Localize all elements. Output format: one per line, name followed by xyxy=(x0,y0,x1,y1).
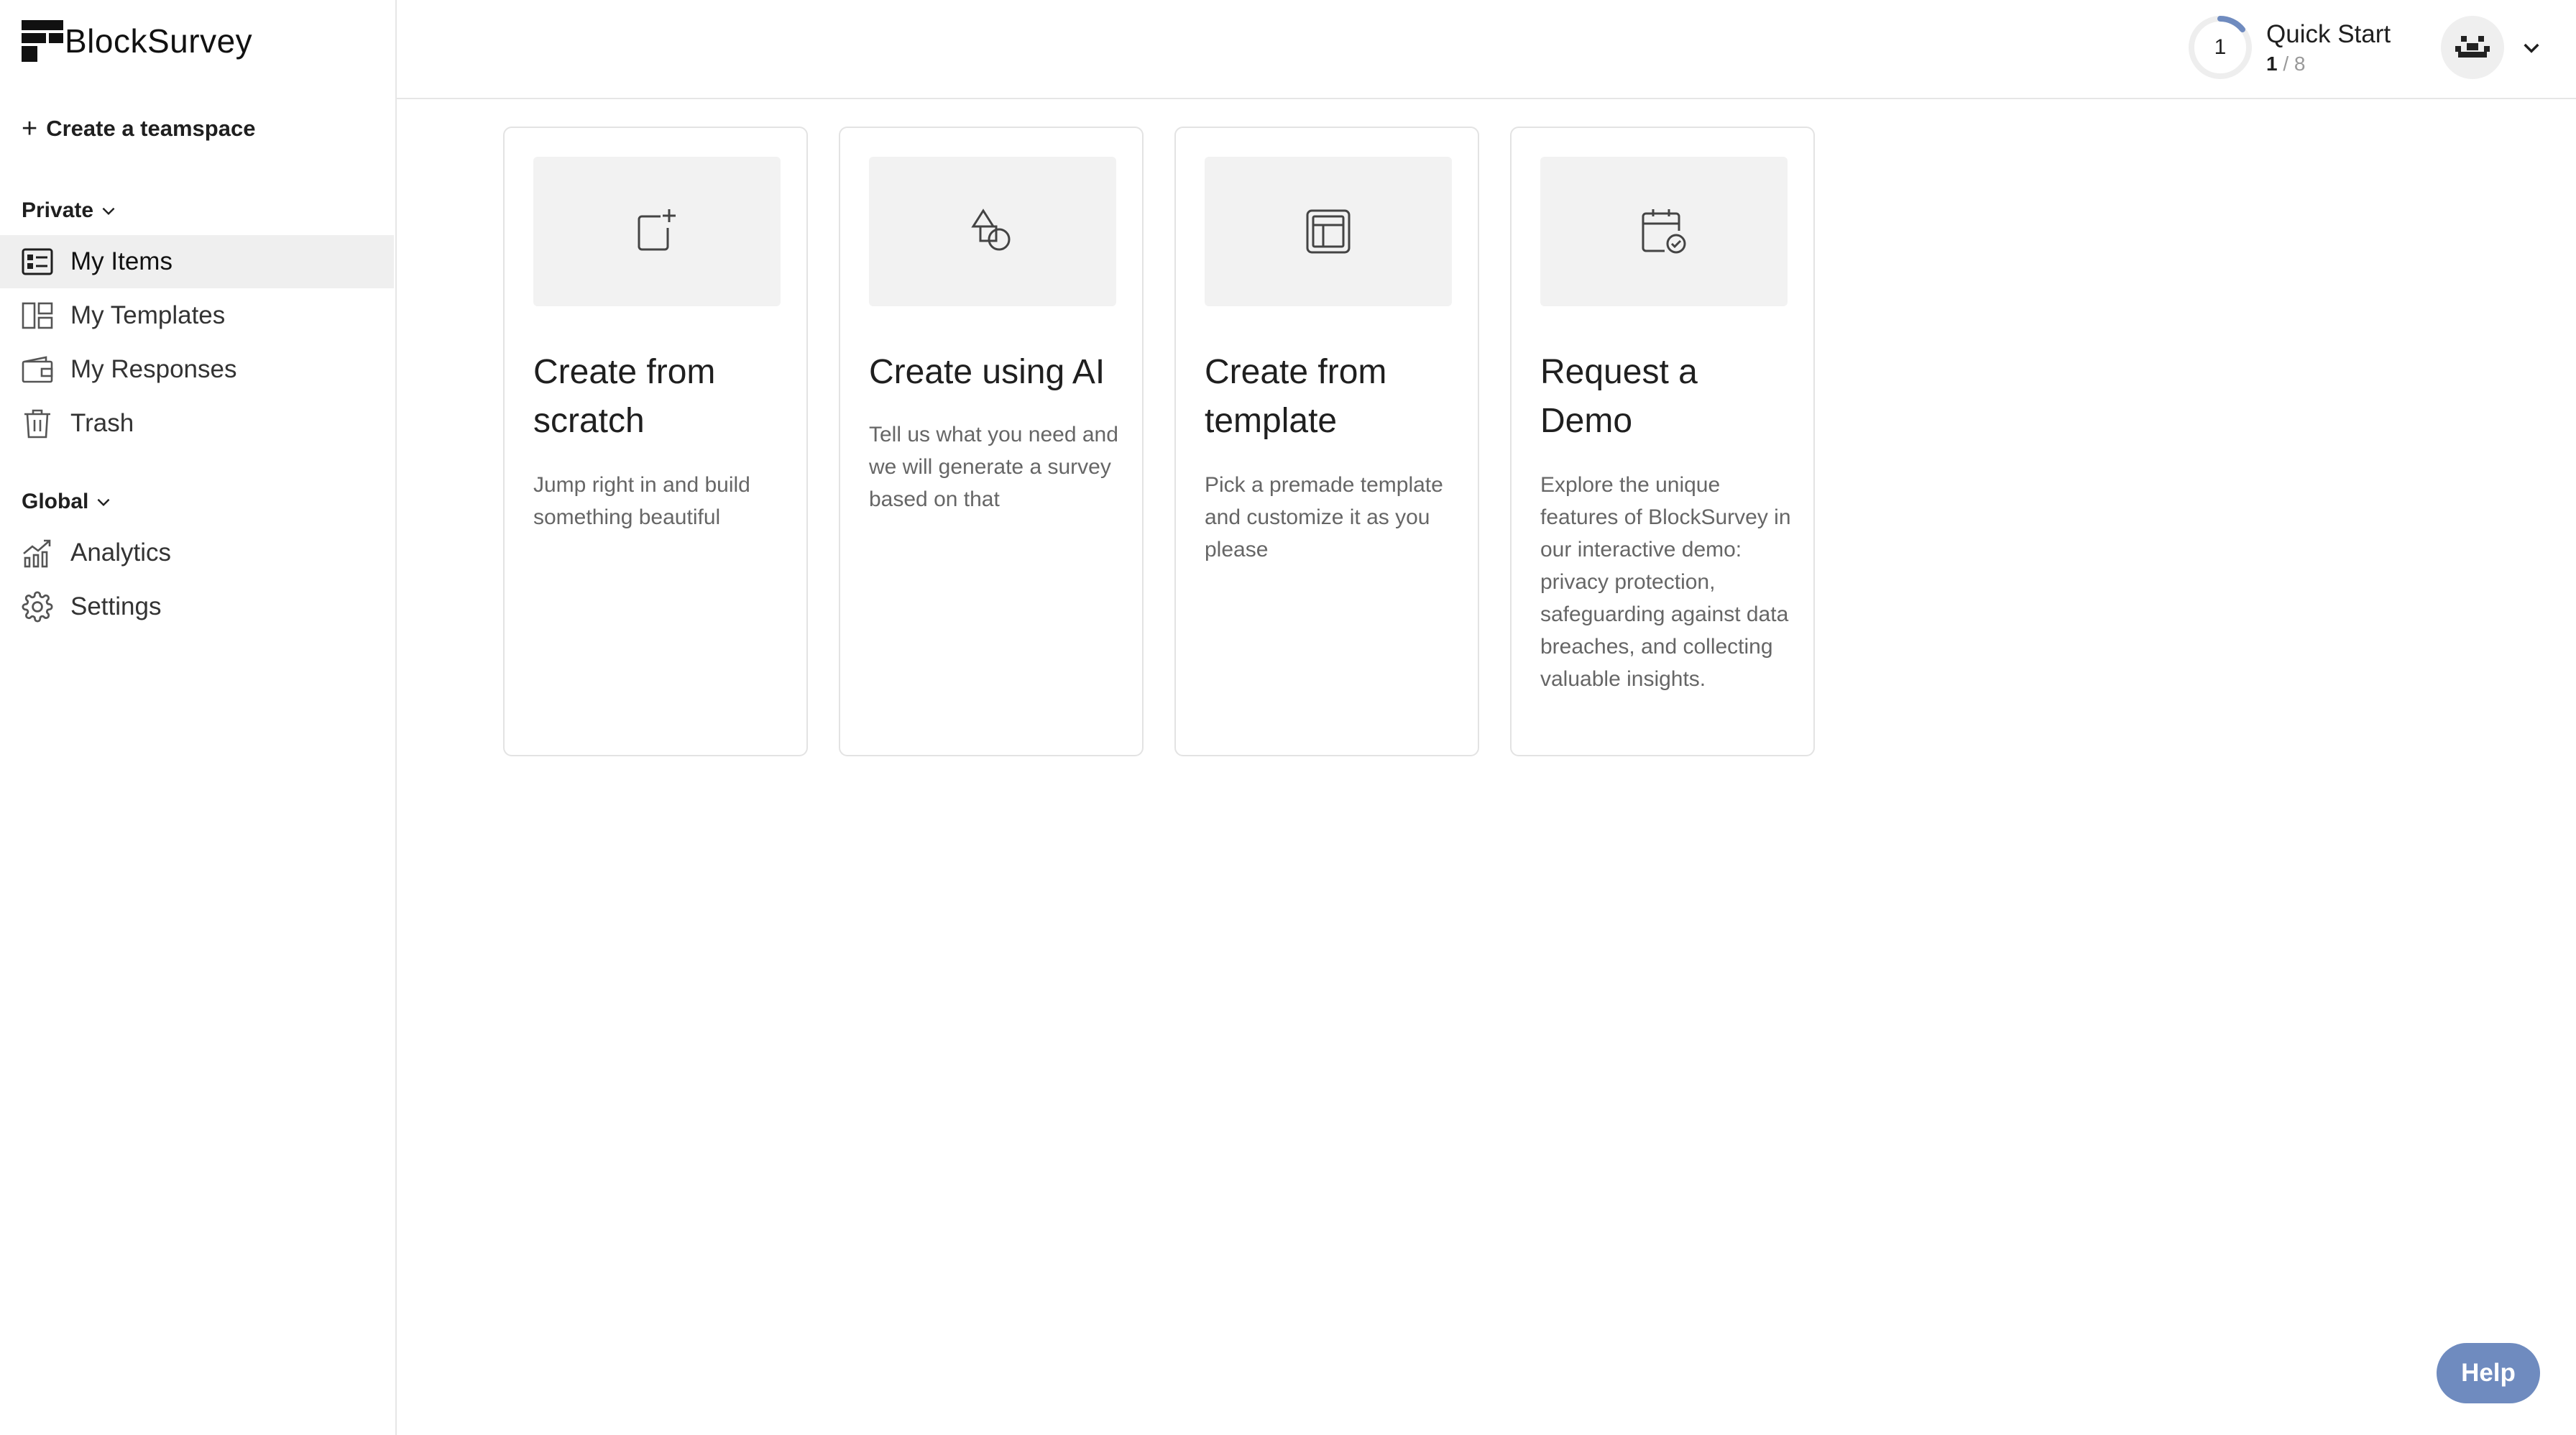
quick-start-step: 1 xyxy=(2214,35,2227,59)
card-thumbnail xyxy=(533,157,781,306)
app-logo[interactable]: BlockSurvey xyxy=(22,20,252,62)
card-description: Explore the unique features of BlockSurv… xyxy=(1540,473,1791,691)
sidebar-item-settings[interactable]: Settings xyxy=(0,580,394,633)
card-thumbnail xyxy=(1540,157,1788,306)
sidebar-item-my-items[interactable]: My Items xyxy=(0,235,394,288)
quick-start-progress-ring: 1 xyxy=(2187,14,2253,81)
templates-icon xyxy=(20,298,55,333)
global-section-toggle[interactable]: Global xyxy=(22,490,113,514)
quick-start-title: Quick Start xyxy=(2266,20,2391,48)
account-menu-chevron-icon[interactable] xyxy=(2520,36,2543,63)
sidebar-item-label: My Items xyxy=(70,247,172,275)
calendar-check-icon xyxy=(1642,209,1686,254)
sidebar-item-analytics[interactable]: Analytics xyxy=(0,526,394,579)
sidebar-item-trash[interactable]: Trash xyxy=(0,397,394,450)
avatar-face-icon xyxy=(2455,36,2490,58)
quick-start-progress: 1 / 8 xyxy=(2266,52,2391,75)
card-thumbnail xyxy=(869,157,1116,306)
app-name: BlockSurvey xyxy=(65,22,253,60)
card-title: Create from scratch xyxy=(533,353,716,440)
quick-start-done: 1 xyxy=(2266,52,2278,75)
help-button[interactable]: Help xyxy=(2437,1343,2540,1403)
card-thumbnail xyxy=(1205,157,1452,306)
sidebar-item-label: My Templates xyxy=(70,301,226,329)
sidebar: BlockSurvey + Create a teamspace Private… xyxy=(0,0,397,1435)
avatar[interactable] xyxy=(2441,16,2504,79)
sidebar-item-label: My Responses xyxy=(70,355,237,383)
sidebar-item-label: Settings xyxy=(70,592,162,620)
sidebar-item-label: Analytics xyxy=(70,538,172,567)
private-section-toggle[interactable]: Private xyxy=(22,198,118,223)
global-section-label: Global xyxy=(22,490,89,513)
layout-icon xyxy=(1306,209,1351,254)
plus-icon: + xyxy=(22,114,38,144)
private-section-label: Private xyxy=(22,198,94,222)
list-icon xyxy=(20,244,55,279)
quick-start-separator: / xyxy=(2277,52,2294,75)
wallet-icon xyxy=(20,352,55,387)
sidebar-item-my-templates[interactable]: My Templates xyxy=(0,289,394,342)
card-description: Pick a premade template and customize it… xyxy=(1205,473,1443,561)
quick-start-total: 8 xyxy=(2294,52,2306,75)
quick-start-widget[interactable]: 1 Quick Start 1 / 8 xyxy=(2187,14,2391,81)
gear-icon xyxy=(20,590,55,624)
create-teamspace-button[interactable]: + Create a teamspace xyxy=(22,115,255,142)
card-title: Create from template xyxy=(1205,353,1387,440)
card-title: Request a Demo xyxy=(1540,353,1698,440)
create-teamspace-label: Create a teamspace xyxy=(46,116,256,141)
chart-icon xyxy=(20,536,55,570)
sidebar-item-my-responses[interactable]: My Responses xyxy=(0,343,394,396)
trash-icon xyxy=(20,406,55,441)
request-a-demo-card[interactable]: Request a Demo Explore the unique featur… xyxy=(1510,127,1815,756)
sidebar-item-label: Trash xyxy=(70,409,134,437)
create-from-scratch-card[interactable]: Create from scratch Jump right in and bu… xyxy=(503,127,808,756)
card-description: Jump right in and build something beauti… xyxy=(533,473,750,529)
add-document-icon xyxy=(638,209,676,251)
chevron-down-icon xyxy=(97,498,110,507)
chevron-down-icon xyxy=(102,207,115,216)
create-from-template-card[interactable]: Create from template Pick a premade temp… xyxy=(1174,127,1479,756)
card-title: Create using AI xyxy=(869,353,1105,391)
create-using-ai-card[interactable]: Create using AI Tell us what you need an… xyxy=(839,127,1144,756)
blocksurvey-logo-icon xyxy=(22,20,63,62)
shapes-icon xyxy=(971,208,1011,251)
card-description: Tell us what you need and we will genera… xyxy=(869,423,1118,511)
